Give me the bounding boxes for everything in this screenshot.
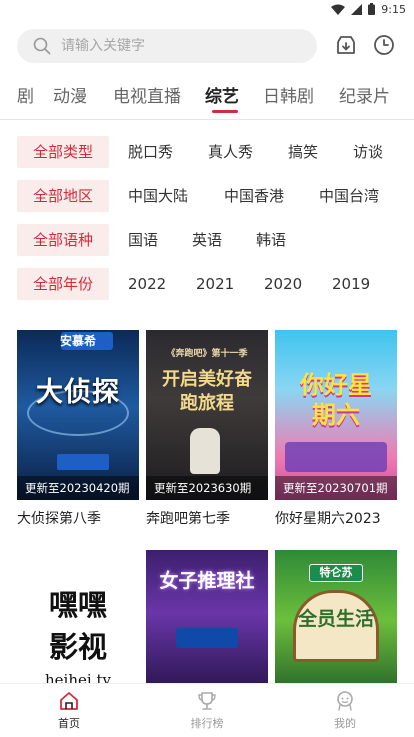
- filter-chip[interactable]: 2019: [332, 268, 370, 300]
- filter-chip[interactable]: 搞笑: [288, 136, 318, 168]
- filter-chip[interactable]: 中国台湾: [319, 180, 379, 212]
- show-poster[interactable]: 女子推理社: [146, 550, 268, 690]
- home-icon: [60, 692, 78, 710]
- show-poster[interactable]: 《奔跑吧》第十一季 开启美好奋跑旅程 更新至2023630期: [146, 330, 268, 500]
- battery-icon: [368, 3, 376, 15]
- filter-chip-selected[interactable]: 全部类型: [17, 136, 110, 168]
- active-tab-indicator: [212, 110, 238, 113]
- poster-title-text: 你好星期六: [300, 371, 372, 429]
- status-bar: 9:15: [0, 0, 414, 18]
- filter-chip[interactable]: 中国大陆: [128, 180, 188, 212]
- tab-drama[interactable]: 剧: [17, 82, 34, 107]
- filter-chip[interactable]: 中国香港: [224, 180, 284, 212]
- filter-row-language: 全部语种 国语 英语 韩语: [17, 224, 407, 256]
- show-poster[interactable]: 特仑苏 全员生活: [275, 550, 397, 690]
- show-card[interactable]: 嘿嘿影视 heihei.tv: [17, 550, 139, 690]
- poster-title-text: 开启美好奋跑旅程: [162, 369, 252, 414]
- filter-chip[interactable]: 2021: [196, 268, 234, 300]
- show-card[interactable]: 《奔跑吧》第十一季 开启美好奋跑旅程 更新至2023630期 奔跑吧第七季: [146, 330, 268, 528]
- poster-title-text: 女子推理社: [159, 570, 255, 592]
- trophy-icon: [198, 692, 216, 710]
- filter-row-year: 全部年份 2022 2021 2020 2019: [17, 268, 407, 300]
- poster-sponsor-text: 特仑苏: [319, 566, 353, 579]
- profile-icon: [337, 691, 353, 711]
- nav-label: 首页: [58, 717, 80, 730]
- category-tabs: 剧 动漫 电视直播 综艺 日韩剧 纪录片: [0, 76, 414, 116]
- history-clock-icon[interactable]: [371, 32, 397, 58]
- nav-profile[interactable]: 我的: [276, 684, 414, 737]
- show-card[interactable]: 安慕希 大侦探 更新至20230420期 大侦探第八季: [17, 330, 139, 528]
- nav-label: 我的: [334, 717, 356, 730]
- nav-ranking[interactable]: 排行榜: [138, 684, 276, 737]
- sponsor-badge: [176, 628, 238, 648]
- tab-tv-live[interactable]: 电视直播: [113, 82, 181, 107]
- show-poster[interactable]: 安慕希 大侦探 更新至20230420期: [17, 330, 139, 500]
- filter-chip[interactable]: 访谈: [353, 136, 383, 168]
- filter-chip[interactable]: 英语: [192, 224, 222, 256]
- filter-row-type: 全部类型 脱口秀 真人秀 搞笑 访谈: [17, 136, 407, 168]
- tab-jk-drama[interactable]: 日韩剧: [263, 82, 314, 107]
- poster-title-text: 嘿嘿影视: [48, 588, 107, 664]
- poster-title-text: 全员生活: [297, 608, 374, 630]
- poster-season-text: 《奔跑吧》第十一季: [166, 349, 248, 359]
- filter-chip[interactable]: 脱口秀: [128, 136, 173, 168]
- filter-chip-selected[interactable]: 全部地区: [17, 180, 110, 212]
- update-caption: 更新至2023630期: [146, 476, 268, 500]
- status-time: 9:15: [381, 2, 406, 16]
- show-title[interactable]: 大侦探第八季: [17, 508, 139, 528]
- search-icon: [33, 37, 51, 55]
- signal-icon: [351, 3, 363, 15]
- nav-label: 排行榜: [190, 717, 224, 730]
- search-row: [17, 28, 407, 64]
- update-caption: 更新至20230420期: [17, 476, 139, 500]
- search-input[interactable]: [61, 38, 281, 54]
- show-card[interactable]: 你好星期六 更新至20230701期 你好星期六2023: [275, 330, 397, 528]
- poster-stage-graphic: [285, 442, 387, 472]
- filter-chip[interactable]: 2020: [264, 268, 302, 300]
- nav-home[interactable]: 首页: [0, 684, 138, 737]
- filter-chip[interactable]: 韩语: [256, 224, 286, 256]
- show-card[interactable]: 特仑苏 全员生活: [275, 550, 397, 690]
- poster-astronaut-graphic: [190, 428, 220, 474]
- filter-chip[interactable]: 2022: [128, 268, 166, 300]
- update-caption: 更新至20230701期: [275, 476, 397, 500]
- poster-sponsor-text: 安慕希: [59, 334, 96, 348]
- tab-variety[interactable]: 综艺: [205, 82, 239, 107]
- show-title[interactable]: 奔跑吧第七季: [146, 508, 268, 528]
- download-icon[interactable]: [333, 32, 359, 58]
- filter-chip[interactable]: 真人秀: [208, 136, 253, 168]
- show-title[interactable]: 你好星期六2023: [275, 508, 397, 528]
- show-poster[interactable]: 嘿嘿影视 heihei.tv: [17, 550, 139, 690]
- filter-chip[interactable]: 国语: [128, 224, 158, 256]
- filter-panel: 全部类型 脱口秀 真人秀 搞笑 访谈 全部地区 中国大陆 中国香港 中国台湾 全…: [17, 136, 407, 312]
- poster-title-text: 大侦探: [36, 377, 120, 408]
- tabs-divider: [0, 119, 414, 120]
- search-box[interactable]: [17, 29, 317, 63]
- tab-documentary[interactable]: 纪录片: [339, 82, 390, 107]
- filter-chip-selected[interactable]: 全部语种: [17, 224, 110, 256]
- show-card[interactable]: 女子推理社: [146, 550, 268, 690]
- tab-anime[interactable]: 动漫: [53, 82, 87, 107]
- filter-row-region: 全部地区 中国大陆 中国香港 中国台湾: [17, 180, 407, 212]
- show-poster[interactable]: 你好星期六 更新至20230701期: [275, 330, 397, 500]
- filter-chip-selected[interactable]: 全部年份: [17, 268, 110, 300]
- wifi-icon: [331, 4, 346, 15]
- sponsor-badge: [57, 454, 109, 470]
- bottom-nav: 首页 排行榜 我的: [0, 683, 414, 737]
